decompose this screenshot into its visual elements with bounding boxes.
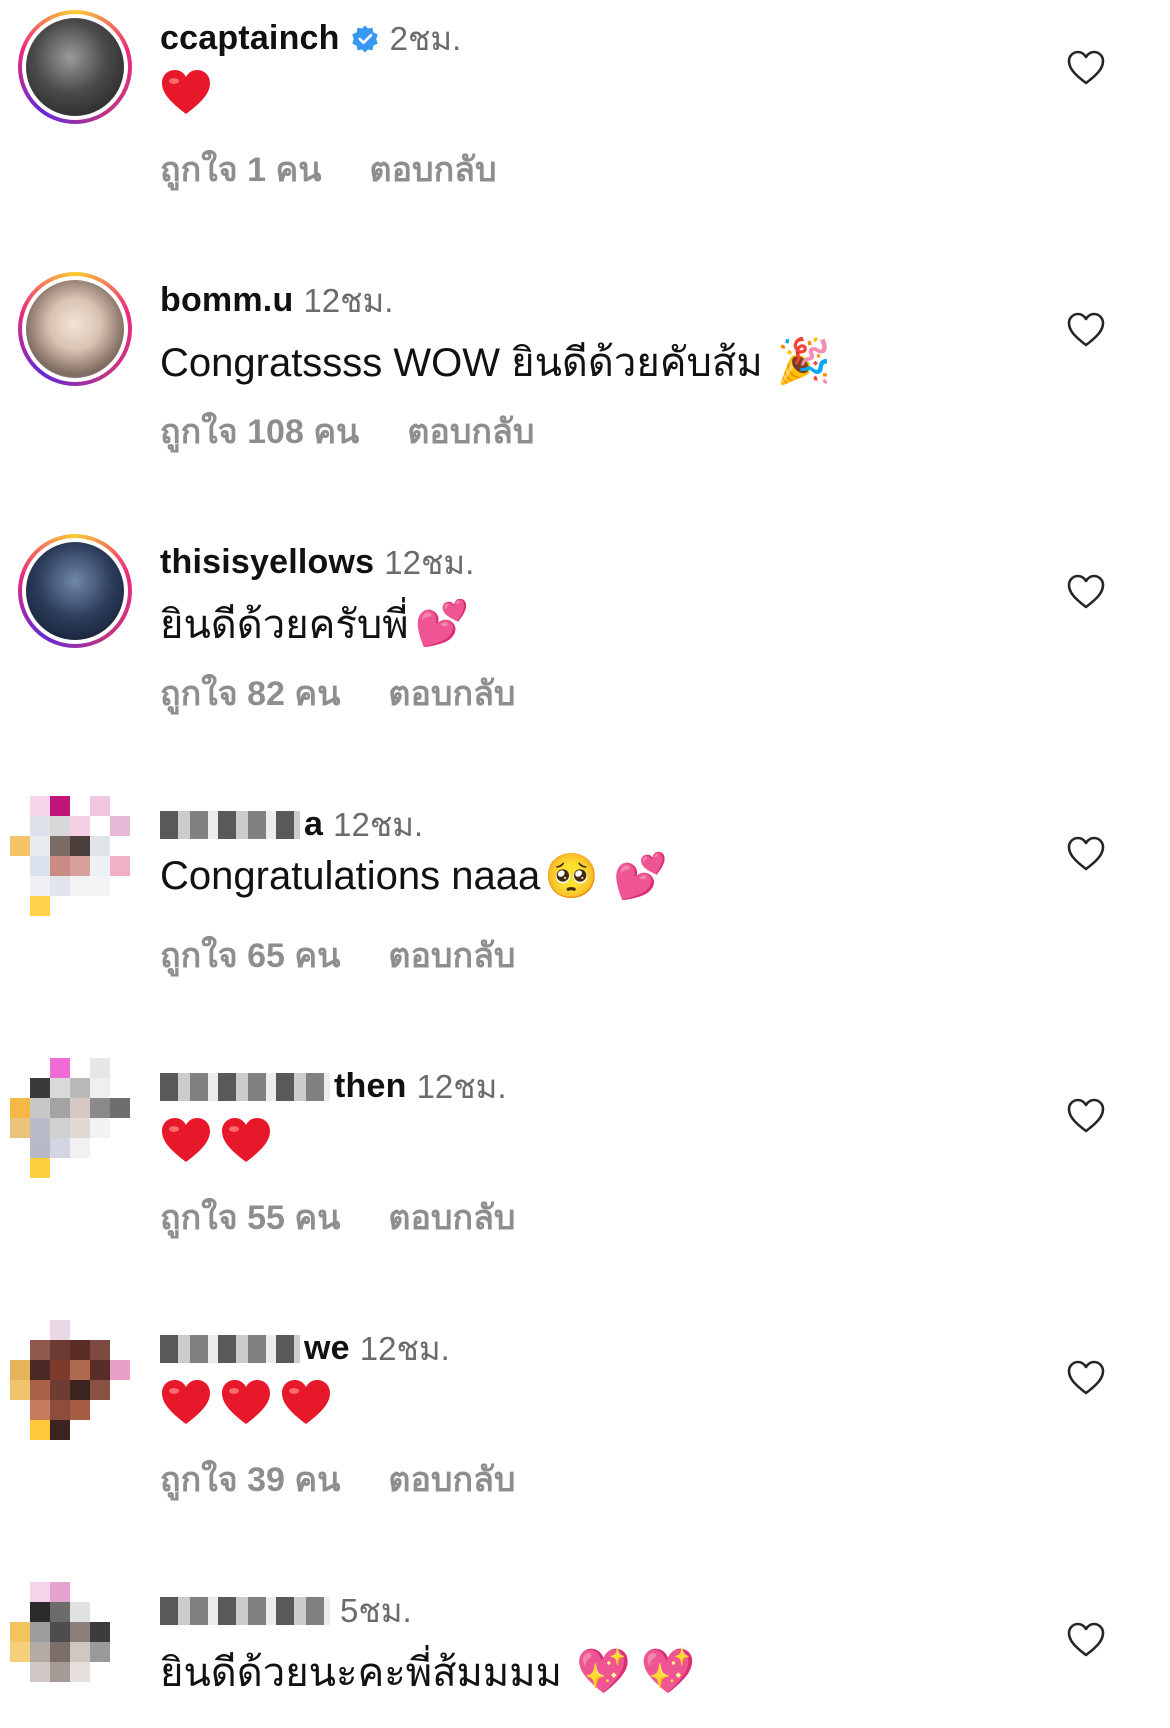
reply-button[interactable]: ตอบกลับ: [388, 937, 515, 975]
redacted-username: [160, 1596, 330, 1625]
comment-text: Congratssss WOW ยินดีด้วยคับส้ม 🎉: [160, 330, 832, 394]
likes-count[interactable]: ถูกใจ 55 คน: [160, 1199, 340, 1237]
comment-text: [160, 1378, 340, 1426]
timestamp: 12ชม.: [416, 1068, 507, 1105]
reply-button[interactable]: ตอบกลับ: [388, 675, 515, 713]
username[interactable]: bomm.u: [160, 281, 293, 320]
comment-meta: ถูกใจ 108 คน ตอบกลับ: [160, 404, 534, 458]
avatar[interactable]: [10, 1582, 130, 1702]
likes-count[interactable]: ถูกใจ 39 คน: [160, 1461, 340, 1499]
red-heart-emoji: [222, 1380, 270, 1424]
comment-meta: ถูกใจ 1 คน ตอบกลับ: [160, 142, 497, 196]
likes-count[interactable]: ถูกใจ 82 คน: [160, 675, 340, 713]
comment-text: ยินดีด้วยครับพี่ 💕: [160, 592, 469, 656]
heart-like-icon[interactable]: [1066, 48, 1106, 88]
comment-header: we 12ชม.: [160, 1322, 450, 1375]
timestamp: 12ชม.: [359, 1330, 450, 1367]
heart-like-icon[interactable]: [1066, 572, 1106, 612]
comment-item: we 12ชม. ถูกใจ 39 คน ตอบกลับ: [0, 1310, 1170, 1572]
comment-meta: ถูกใจ 39 คน ตอบกลับ: [160, 1452, 516, 1506]
comment-item: a 12ชม. Congratulations naaa 🥺 💕 ถูกใจ 6…: [0, 786, 1170, 1048]
redacted-username: [160, 1334, 300, 1363]
comment-meta: ถูกใจ 82 คน ตอบกลับ: [160, 666, 516, 720]
red-heart-emoji: [162, 70, 210, 114]
comment-text: ยินดีด้วยนะคะพี่ส้มมมม 💖 💖: [160, 1640, 696, 1704]
likes-count[interactable]: ถูกใจ 1 คน: [160, 151, 321, 189]
comment-item: ccaptainch 2ชม. ถูกใจ 1 คน ตอบกลับ: [0, 0, 1170, 262]
comment-item: 5ชม. ยินดีด้วยนะคะพี่ส้มมมม 💖 💖: [0, 1572, 1170, 1728]
comment-body: Congratulations naaa: [160, 854, 541, 898]
likes-count[interactable]: ถูกใจ 108 คน: [160, 413, 359, 451]
comment-header: then 12ชม.: [160, 1060, 507, 1113]
redacted-username: [160, 1072, 330, 1101]
reply-button[interactable]: ตอบกลับ: [388, 1461, 515, 1499]
sparkling-heart-emoji: 💖: [640, 1647, 696, 1696]
username[interactable]: then: [334, 1067, 407, 1106]
two-hearts-emoji: 💕: [414, 599, 470, 648]
timestamp: 2ชม.: [389, 20, 462, 57]
avatar[interactable]: [10, 796, 130, 916]
username[interactable]: we: [304, 1329, 350, 1368]
username[interactable]: a: [304, 805, 323, 844]
comment-item: then 12ชม. ถูกใจ 55 คน ตอบกลับ: [0, 1048, 1170, 1310]
avatar[interactable]: [10, 1320, 130, 1440]
avatar[interactable]: [10, 1058, 130, 1178]
timestamp: 12ชม.: [384, 544, 475, 581]
avatar[interactable]: [18, 10, 132, 124]
red-heart-emoji: [222, 1118, 270, 1162]
timestamp: 12ชม.: [303, 282, 394, 319]
red-heart-emoji: [162, 1380, 210, 1424]
heart-like-icon[interactable]: [1066, 310, 1106, 350]
timestamp: 5ชม.: [340, 1592, 412, 1629]
likes-count[interactable]: ถูกใจ 65 คน: [160, 937, 340, 975]
avatar[interactable]: [18, 534, 132, 648]
avatar[interactable]: [18, 272, 132, 386]
comment-header: ccaptainch 2ชม.: [160, 12, 461, 65]
heart-like-icon[interactable]: [1066, 1620, 1106, 1660]
comment-text: Congratulations naaa 🥺 💕: [160, 854, 668, 899]
reply-button[interactable]: ตอบกลับ: [407, 413, 534, 451]
heart-like-icon[interactable]: [1066, 1358, 1106, 1398]
comment-item: thisisyellows 12ชม. ยินดีด้วยครับพี่ 💕 ถ…: [0, 524, 1170, 786]
sparkling-heart-emoji: 💖: [575, 1647, 631, 1696]
reply-button[interactable]: ตอบกลับ: [388, 1199, 515, 1237]
comment-header: a 12ชม.: [160, 798, 423, 851]
comment-body: ยินดีด้วยครับพี่: [160, 603, 409, 647]
comment-meta: ถูกใจ 55 คน ตอบกลับ: [160, 1190, 516, 1244]
comment-item: bomm.u 12ชม. Congratssss WOW ยินดีด้วยคั…: [0, 262, 1170, 524]
comment-body: ยินดีด้วยนะคะพี่ส้มมมม: [160, 1651, 562, 1695]
username[interactable]: ccaptainch: [160, 19, 340, 58]
comment-text: [160, 1116, 280, 1164]
red-heart-emoji: [162, 1118, 210, 1162]
comment-text: [160, 68, 220, 116]
two-hearts-emoji: 💕: [613, 851, 668, 901]
comment-header: 5ชม.: [160, 1584, 412, 1637]
party-popper-emoji: 🎉: [776, 337, 832, 386]
username[interactable]: thisisyellows: [160, 543, 374, 582]
verified-badge-icon: [351, 25, 378, 52]
reply-button[interactable]: ตอบกลับ: [369, 151, 496, 189]
redacted-username: [160, 810, 300, 839]
timestamp: 12ชม.: [333, 806, 424, 843]
heart-like-icon[interactable]: [1066, 1096, 1106, 1136]
comment-header: bomm.u 12ชม.: [160, 274, 393, 327]
pleading-face-emoji: 🥺: [544, 851, 600, 901]
comment-body: Congratssss WOW ยินดีด้วยคับส้ม: [160, 341, 763, 385]
comment-header: thisisyellows 12ชม.: [160, 536, 474, 589]
heart-like-icon[interactable]: [1066, 834, 1106, 874]
comment-meta: ถูกใจ 65 คน ตอบกลับ: [160, 928, 516, 982]
red-heart-emoji: [282, 1380, 330, 1424]
